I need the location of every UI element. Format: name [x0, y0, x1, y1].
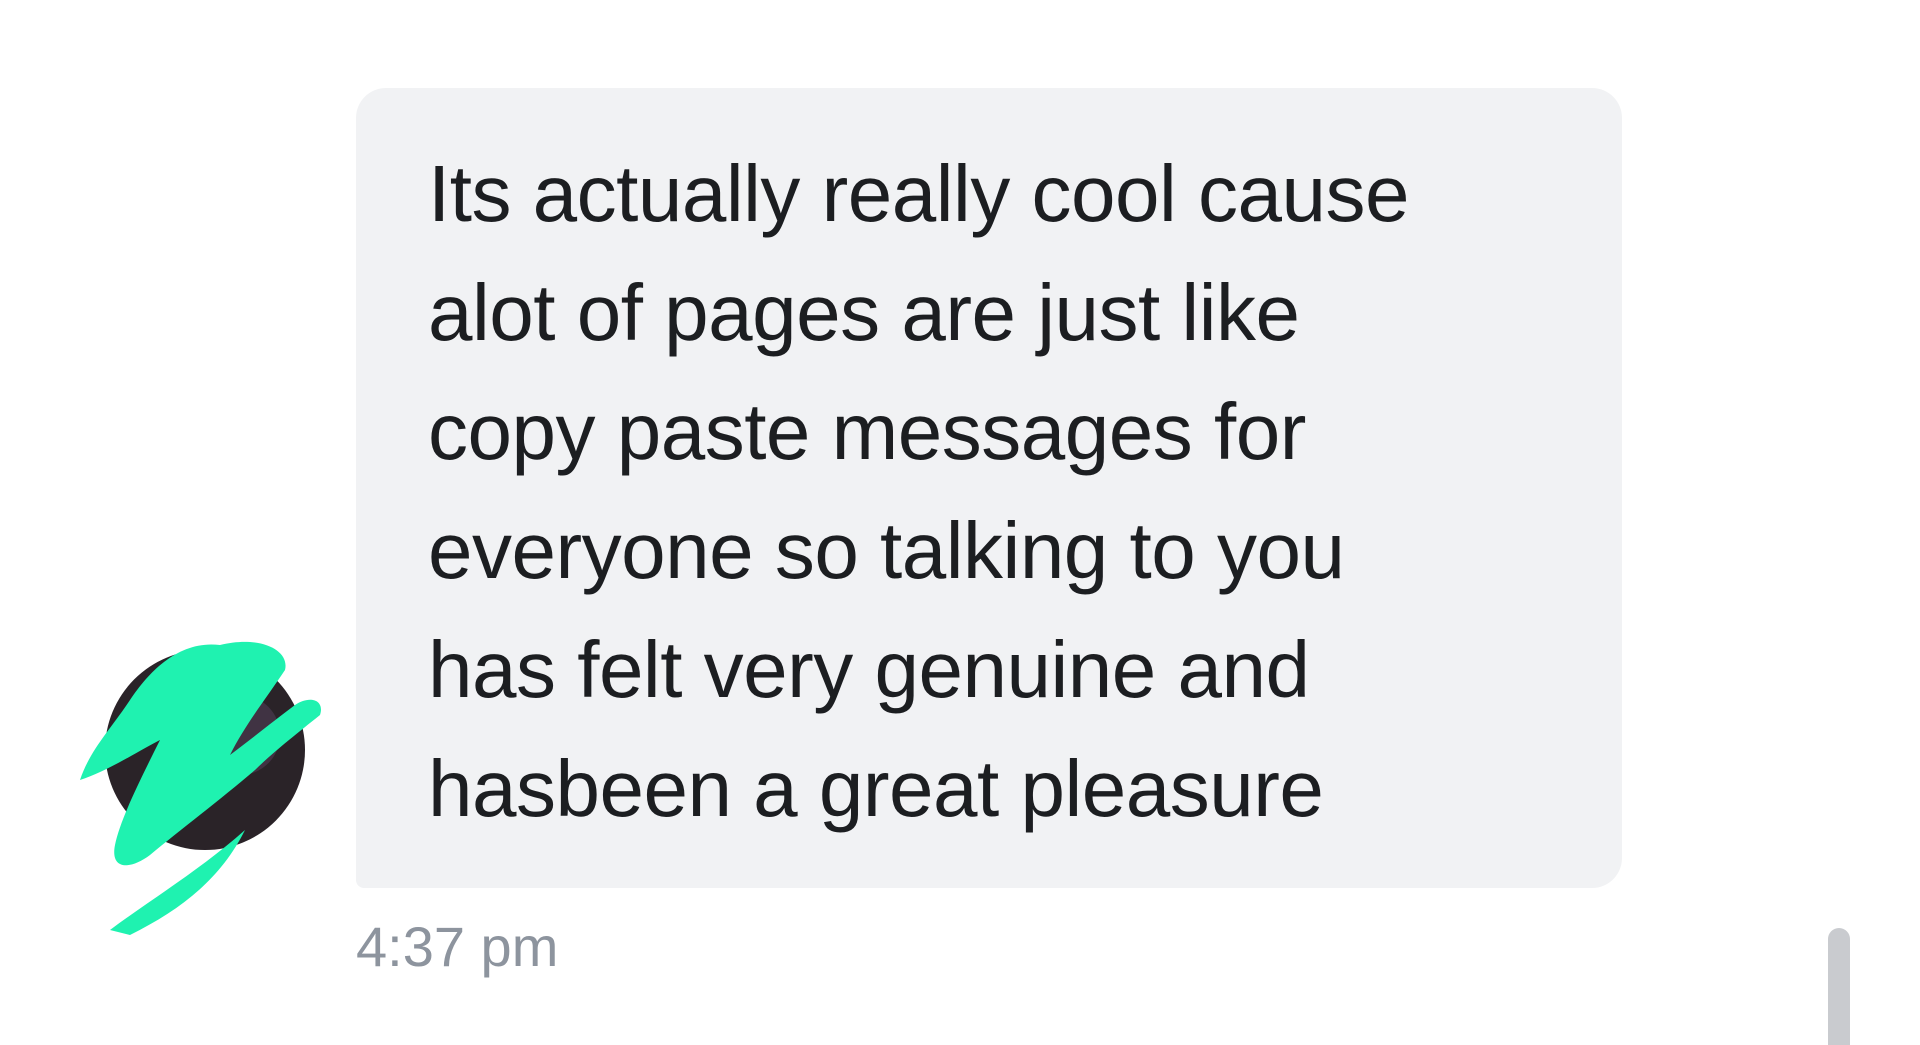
sender-avatar[interactable] — [70, 630, 340, 940]
message-text: Its actually really cool cause alot of p… — [428, 149, 1410, 833]
message-timestamp: 4:37 pm — [356, 915, 559, 978]
message-bubble[interactable]: Its actually really cool cause alot of p… — [356, 88, 1622, 888]
avatar-scribble-icon — [80, 641, 321, 935]
scrollbar-thumb[interactable] — [1828, 928, 1850, 1045]
chat-screen: Its actually really cool cause alot of p… — [0, 0, 1920, 1045]
